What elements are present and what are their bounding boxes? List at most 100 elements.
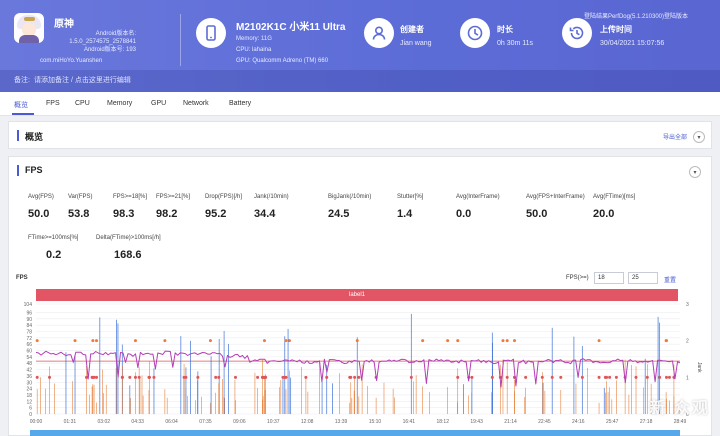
jank-marker: [353, 375, 357, 379]
app-version-info: Android版本名: 1.5.0_2574575_2578841 Androi…: [69, 31, 136, 53]
fps-collapse-icon[interactable]: ▾: [689, 166, 701, 178]
duration-value: 0h 30m 11s: [497, 40, 534, 47]
active-tab-indicator: [12, 113, 34, 115]
y-tick-label: 104: [24, 302, 33, 308]
bigjank-marker: [597, 339, 601, 343]
jank-marker: [133, 375, 137, 379]
x-tick-label: 21:14: [504, 419, 517, 425]
y-tick-label: 6: [29, 406, 32, 412]
device-model: M2102K1C 小米11 Ultra: [236, 22, 346, 33]
x-tick-label: 18:12: [436, 419, 449, 425]
stat-value: 98.3: [113, 208, 135, 220]
tab-gpu[interactable]: GPU: [151, 100, 166, 107]
stat-label: Avg(FPS+InterFrame): [526, 194, 585, 200]
jank-marker: [409, 375, 413, 379]
y2-tick-label: 1: [686, 375, 689, 381]
jank-marker: [664, 375, 668, 379]
jank-marker: [152, 375, 156, 379]
tab-battery[interactable]: Battery: [229, 100, 251, 107]
y-tick-label: 96: [26, 310, 32, 316]
bigjank-marker: [284, 339, 288, 343]
jank-marker: [95, 375, 99, 379]
header-divider: [180, 14, 181, 66]
note-edit[interactable]: 请添加备注 / 点击这里进行编辑: [34, 75, 131, 85]
jank-marker: [645, 375, 649, 379]
device-specs: Memory: 11G CPU: lahaina GPU: Qualcomm A…: [236, 36, 329, 64]
y-tick-label: 60: [26, 349, 32, 355]
stat-label: Drop(FPS)[/h]: [205, 194, 243, 200]
tab-fps[interactable]: FPS: [46, 100, 60, 107]
bigjank-marker: [35, 339, 39, 343]
history-icon: [562, 18, 592, 48]
jank-marker: [182, 375, 186, 379]
stat-label: Delta(FTime)>100ms[/h]: [96, 235, 161, 241]
jank-marker: [214, 375, 218, 379]
tab-network[interactable]: Network: [183, 100, 209, 107]
jank-marker: [128, 375, 132, 379]
x-tick-label: 22:45: [538, 419, 551, 425]
app-icon: [14, 13, 44, 43]
y-tick-label: 84: [26, 323, 32, 329]
reset-button[interactable]: 重置: [664, 275, 676, 284]
jank-marker: [284, 375, 288, 379]
watermark: 新 众观: [649, 400, 710, 417]
jank-marker: [264, 375, 268, 379]
x-tick-label: 12:08: [301, 419, 314, 425]
stat-value: 24.5: [328, 208, 350, 220]
x-tick-label: 07:35: [199, 419, 212, 425]
y-tick-label: 42: [26, 368, 32, 374]
y2-axis-label: Jank: [696, 362, 702, 373]
tab-overview[interactable]: 概览: [14, 100, 28, 110]
overview-collapse-icon[interactable]: ▾: [693, 131, 705, 143]
bigjank-marker: [513, 339, 517, 343]
bigjank-marker: [163, 339, 167, 343]
jank-marker: [256, 375, 260, 379]
timeline-scrollbar[interactable]: [30, 430, 680, 436]
stat-value: 98.2: [156, 208, 178, 220]
stat-label: Stutter[%]: [397, 194, 424, 200]
overview-section: 概览 导出全部 ▾: [8, 121, 712, 149]
x-tick-label: 09:06: [233, 419, 246, 425]
x-tick-label: 00:00: [30, 419, 43, 425]
y-tick-label: 78: [26, 330, 32, 336]
stat-value: 0.0: [456, 208, 472, 220]
section-accent: [17, 165, 19, 176]
jank-marker: [490, 375, 494, 379]
y-tick-label: 66: [26, 342, 32, 348]
jank-marker: [580, 375, 584, 379]
y-tick-label: 30: [26, 380, 32, 386]
bigjank-marker: [73, 339, 77, 343]
x-tick-label: 28:49: [674, 419, 687, 425]
fps-threshold-input-1[interactable]: 18: [594, 272, 624, 284]
jank-marker: [524, 375, 528, 379]
jank-marker: [658, 375, 662, 379]
export-all-link[interactable]: 导出全部: [663, 132, 687, 141]
bigjank-marker: [355, 339, 359, 343]
tab-cpu[interactable]: CPU: [75, 100, 90, 107]
fps-chart[interactable]: 061218243036424854606672788490961040123J…: [8, 302, 712, 430]
phone-icon: [196, 18, 226, 48]
stat-value: 1.4: [397, 208, 413, 220]
stat-value: 50.0: [28, 208, 50, 220]
jank-marker: [217, 375, 221, 379]
creator-title: 创建者: [400, 25, 424, 34]
stat-label: Avg(FTime)[ms]: [593, 194, 636, 200]
stat-label: BigJank(/10min): [328, 194, 372, 200]
app-name: 原神: [54, 19, 74, 30]
label-bar[interactable]: label1: [36, 289, 678, 301]
jank-marker: [540, 375, 544, 379]
jank-marker: [667, 375, 671, 379]
jank-marker: [357, 375, 361, 379]
fps-threshold-label: FPS(>=): [566, 275, 589, 281]
tab-memory[interactable]: Memory: [107, 100, 132, 107]
login-text[interactable]: 登陆结果PerfDog(5.1.210300)登陆版本: [584, 11, 688, 20]
jank-marker: [234, 375, 238, 379]
bigjank-marker: [91, 339, 95, 343]
bigjank-marker: [501, 339, 505, 343]
x-tick-label: 15:10: [369, 419, 382, 425]
section-accent: [17, 130, 19, 141]
jank-marker: [349, 375, 353, 379]
fps-threshold-input-2[interactable]: 25: [628, 272, 658, 284]
jank-marker: [505, 375, 509, 379]
bigjank-marker: [505, 339, 509, 343]
